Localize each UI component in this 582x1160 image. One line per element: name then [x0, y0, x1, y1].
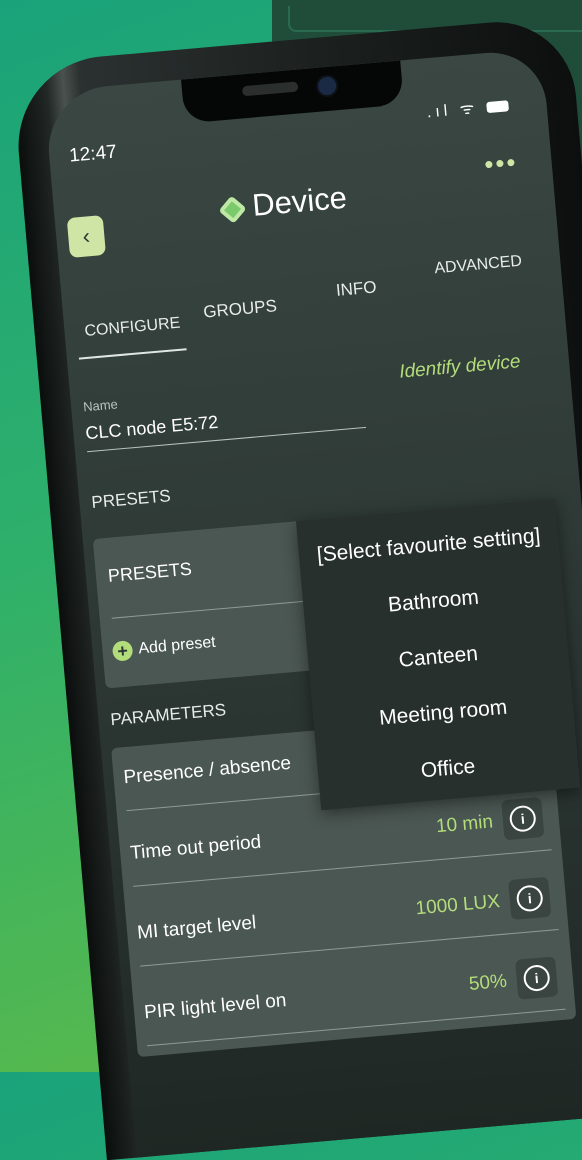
info-icon: i	[522, 963, 551, 993]
dropdown-option-canteen[interactable]: Canteen	[308, 634, 569, 681]
name-field[interactable]: CLC node E5:72	[85, 412, 219, 445]
tab-groups[interactable]: GROUPS	[203, 296, 278, 322]
parameter-label: MI target level	[136, 912, 258, 944]
tab-configure[interactable]: CONFIGURE	[84, 315, 181, 341]
dropdown-option-meeting-room[interactable]: Meeting room	[313, 690, 574, 737]
status-icons: .ıl ᯤ	[426, 93, 510, 122]
parameter-label: PIR light level on	[143, 990, 288, 1024]
active-tab-indicator	[78, 348, 187, 360]
parameter-label: Presence / absence	[122, 752, 292, 789]
chevron-left-icon: ‹	[81, 223, 92, 249]
info-button[interactable]: i	[508, 876, 552, 921]
parameter-label: Time out period	[129, 831, 263, 864]
more-options-icon[interactable]: •••	[483, 147, 519, 181]
parameter-row-mi-target[interactable]: MI target level 1000 LUX i	[135, 870, 559, 967]
parameter-value: 1000 LUX	[414, 891, 501, 920]
speaker-grille	[241, 81, 299, 97]
tab-advanced[interactable]: ADVANCED	[434, 253, 523, 279]
add-preset-label: Add preset	[137, 633, 217, 658]
back-button[interactable]: ‹	[66, 215, 107, 258]
info-button[interactable]: i	[515, 956, 559, 1000]
parameter-value: 10 min	[435, 811, 494, 838]
presets-section-heading: PRESETS	[90, 486, 172, 513]
presets-divider	[111, 600, 312, 619]
info-icon: i	[508, 804, 537, 833]
parameter-row-pir-light[interactable]: PIR light level on 50% i	[142, 950, 566, 1047]
add-preset-button[interactable]: + Add preset	[111, 633, 217, 662]
signal-wifi-icon: .ıl ᯤ	[426, 99, 479, 122]
front-camera	[315, 74, 340, 98]
device-logo-icon	[218, 195, 247, 224]
parameters-section-heading: PARAMETERS	[109, 700, 227, 730]
tab-info[interactable]: INFO	[335, 277, 377, 300]
dropdown-option-bathroom[interactable]: Bathroom	[303, 578, 564, 625]
phone-frame: 12:47 .ıl ᯤ ‹ Device ••• CONFIGURE GROUP…	[11, 15, 582, 1160]
presets-select[interactable]: PRESETS	[107, 559, 193, 587]
plus-icon: +	[111, 640, 134, 662]
page-title-text: Device	[250, 179, 349, 223]
name-field-label: Name	[82, 396, 119, 415]
dropdown-option-office[interactable]: Office	[318, 746, 579, 793]
preset-dropdown-menu: [Select favourite setting] Bathroom Cant…	[295, 498, 581, 811]
parameter-value: 50%	[468, 970, 508, 995]
phone-notch	[181, 60, 405, 124]
tab-bar: CONFIGURE GROUPS INFO ADVANCED	[73, 250, 556, 360]
status-time: 12:47	[68, 141, 118, 167]
identify-device-link[interactable]: Identify device	[398, 351, 521, 384]
dropdown-option-placeholder[interactable]: [Select favourite setting]	[298, 523, 559, 570]
info-icon: i	[515, 884, 544, 913]
device-screen: 12:47 .ıl ᯤ ‹ Device ••• CONFIGURE GROUP…	[43, 48, 582, 1158]
info-button[interactable]: i	[501, 797, 545, 841]
page-title: Device	[218, 179, 349, 227]
battery-icon	[486, 100, 510, 114]
